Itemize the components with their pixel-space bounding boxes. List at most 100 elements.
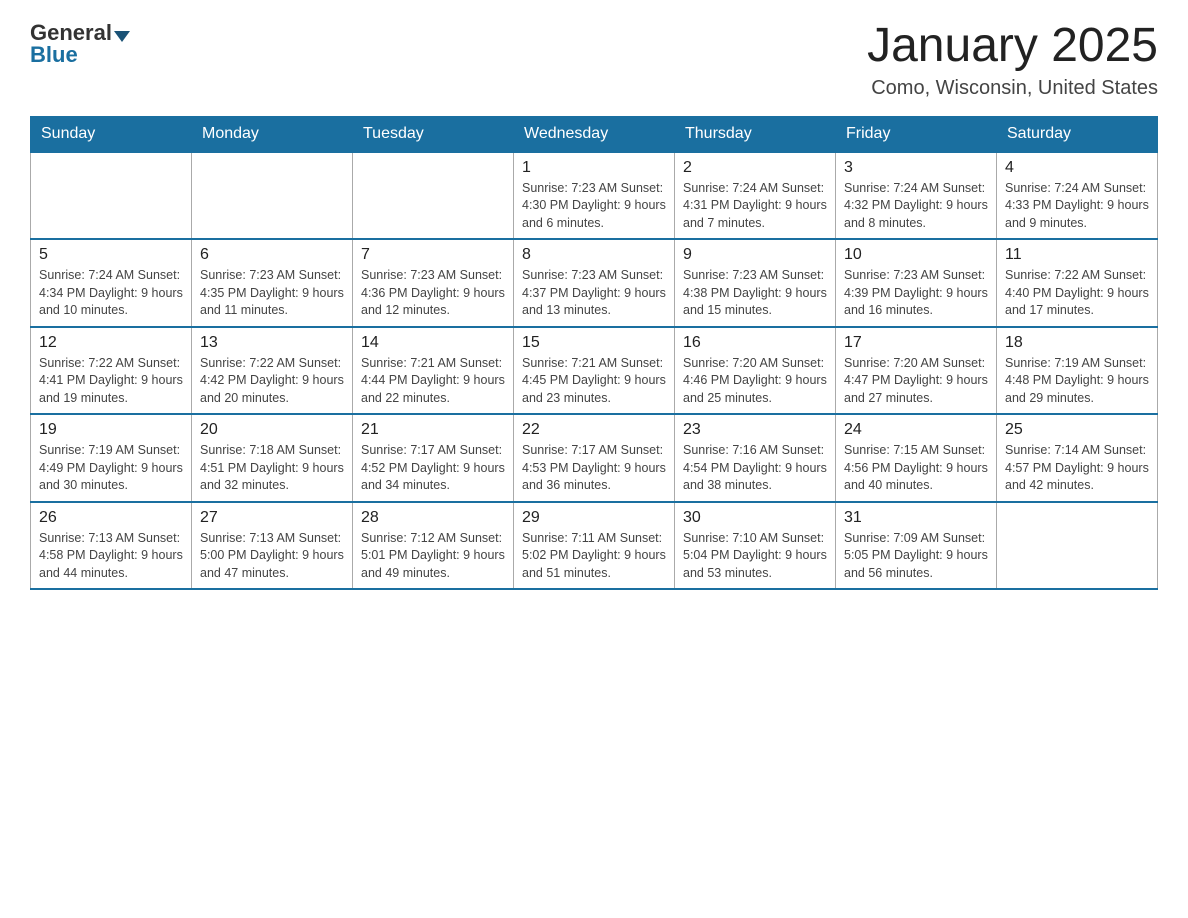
day-number: 1 bbox=[522, 159, 666, 177]
day-number: 30 bbox=[683, 509, 827, 527]
day-number: 11 bbox=[1005, 246, 1149, 264]
day-number: 2 bbox=[683, 159, 827, 177]
day-number: 23 bbox=[683, 421, 827, 439]
page-header: General Blue January 2025 Como, Wisconsi… bbox=[30, 20, 1158, 100]
day-info: Sunrise: 7:24 AM Sunset: 4:31 PM Dayligh… bbox=[683, 180, 827, 233]
day-number: 8 bbox=[522, 246, 666, 264]
calendar-table: SundayMondayTuesdayWednesdayThursdayFrid… bbox=[30, 116, 1158, 591]
day-info: Sunrise: 7:24 AM Sunset: 4:33 PM Dayligh… bbox=[1005, 180, 1149, 233]
calendar-cell: 16 Sunrise: 7:20 AM Sunset: 4:46 PM Dayli… bbox=[675, 327, 836, 415]
calendar-cell bbox=[31, 152, 192, 240]
calendar-cell: 7 Sunrise: 7:23 AM Sunset: 4:36 PM Daylig… bbox=[353, 239, 514, 327]
calendar-cell: 27Sunrise: 7:13 AM Sunset: 5:00 PM Dayli… bbox=[192, 502, 353, 590]
day-number: 12 bbox=[39, 334, 183, 352]
day-info: Sunrise: 7:20 AM Sunset: 4:47 PM Dayligh… bbox=[844, 355, 988, 408]
day-info: Sunrise: 7:23 AM Sunset: 4:38 PM Dayligh… bbox=[683, 267, 827, 320]
calendar-cell: 3 Sunrise: 7:24 AM Sunset: 4:32 PM Daylig… bbox=[836, 152, 997, 240]
day-number: 22 bbox=[522, 421, 666, 439]
calendar-week-row: 26 Sunrise: 7:13 AM Sunset: 4:58 PM Dayli… bbox=[31, 502, 1158, 590]
day-info: Sunrise: 7:17 AM Sunset: 4:53 PM Dayligh… bbox=[522, 442, 666, 495]
day-info: Sunrise: 7:23 AM Sunset: 4:36 PM Dayligh… bbox=[361, 267, 505, 320]
calendar-cell: 25Sunrise: 7:14 AM Sunset: 4:57 PM Dayli… bbox=[997, 414, 1158, 502]
day-number: 10 bbox=[844, 246, 988, 264]
day-number: 21 bbox=[361, 421, 505, 439]
day-info: Sunrise: 7:10 AM Sunset: 5:04 PM Dayligh… bbox=[683, 530, 827, 583]
calendar-cell: 20Sunrise: 7:18 AM Sunset: 4:51 PM Dayli… bbox=[192, 414, 353, 502]
calendar-cell: 29 Sunrise: 7:11 AM Sunset: 5:02 PM Dayli… bbox=[514, 502, 675, 590]
calendar-cell: 9Sunrise: 7:23 AM Sunset: 4:38 PM Daylig… bbox=[675, 239, 836, 327]
calendar-day-header: Wednesday bbox=[514, 116, 675, 152]
day-info: Sunrise: 7:24 AM Sunset: 4:34 PM Dayligh… bbox=[39, 267, 183, 320]
day-info: Sunrise: 7:15 AM Sunset: 4:56 PM Dayligh… bbox=[844, 442, 988, 495]
day-info: Sunrise: 7:20 AM Sunset: 4:46 PM Dayligh… bbox=[683, 355, 827, 408]
page-title: January 2025 bbox=[867, 20, 1158, 73]
calendar-cell bbox=[353, 152, 514, 240]
day-info: Sunrise: 7:23 AM Sunset: 4:35 PM Dayligh… bbox=[200, 267, 344, 320]
logo-text-blue: Blue bbox=[30, 42, 130, 68]
page-subtitle: Como, Wisconsin, United States bbox=[867, 77, 1158, 100]
day-number: 27 bbox=[200, 509, 344, 527]
day-info: Sunrise: 7:22 AM Sunset: 4:41 PM Dayligh… bbox=[39, 355, 183, 408]
day-info: Sunrise: 7:24 AM Sunset: 4:32 PM Dayligh… bbox=[844, 180, 988, 233]
day-info: Sunrise: 7:11 AM Sunset: 5:02 PM Dayligh… bbox=[522, 530, 666, 583]
day-number: 3 bbox=[844, 159, 988, 177]
day-number: 15 bbox=[522, 334, 666, 352]
calendar-cell: 30 Sunrise: 7:10 AM Sunset: 5:04 PM Dayli… bbox=[675, 502, 836, 590]
day-number: 17 bbox=[844, 334, 988, 352]
day-info: Sunrise: 7:16 AM Sunset: 4:54 PM Dayligh… bbox=[683, 442, 827, 495]
day-number: 29 bbox=[522, 509, 666, 527]
calendar-day-header: Tuesday bbox=[353, 116, 514, 152]
day-info: Sunrise: 7:13 AM Sunset: 4:58 PM Dayligh… bbox=[39, 530, 183, 583]
calendar-cell: 14 Sunrise: 7:21 AM Sunset: 4:44 PM Dayli… bbox=[353, 327, 514, 415]
day-info: Sunrise: 7:17 AM Sunset: 4:52 PM Dayligh… bbox=[361, 442, 505, 495]
calendar-cell: 22 Sunrise: 7:17 AM Sunset: 4:53 PM Dayli… bbox=[514, 414, 675, 502]
day-info: Sunrise: 7:19 AM Sunset: 4:49 PM Dayligh… bbox=[39, 442, 183, 495]
calendar-day-header: Saturday bbox=[997, 116, 1158, 152]
calendar-week-row: 19 Sunrise: 7:19 AM Sunset: 4:49 PM Dayli… bbox=[31, 414, 1158, 502]
calendar-cell: 15 Sunrise: 7:21 AM Sunset: 4:45 PM Dayli… bbox=[514, 327, 675, 415]
day-number: 26 bbox=[39, 509, 183, 527]
day-info: Sunrise: 7:09 AM Sunset: 5:05 PM Dayligh… bbox=[844, 530, 988, 583]
day-number: 5 bbox=[39, 246, 183, 264]
day-number: 24 bbox=[844, 421, 988, 439]
calendar-cell: 26 Sunrise: 7:13 AM Sunset: 4:58 PM Dayli… bbox=[31, 502, 192, 590]
calendar-cell: 28Sunrise: 7:12 AM Sunset: 5:01 PM Dayli… bbox=[353, 502, 514, 590]
calendar-cell: 6 Sunrise: 7:23 AM Sunset: 4:35 PM Daylig… bbox=[192, 239, 353, 327]
day-info: Sunrise: 7:21 AM Sunset: 4:45 PM Dayligh… bbox=[522, 355, 666, 408]
day-number: 16 bbox=[683, 334, 827, 352]
logo: General Blue bbox=[30, 20, 130, 68]
calendar-cell: 31Sunrise: 7:09 AM Sunset: 5:05 PM Dayli… bbox=[836, 502, 997, 590]
calendar-week-row: 12 Sunrise: 7:22 AM Sunset: 4:41 PM Dayli… bbox=[31, 327, 1158, 415]
day-number: 18 bbox=[1005, 334, 1149, 352]
calendar-header-row: SundayMondayTuesdayWednesdayThursdayFrid… bbox=[31, 116, 1158, 152]
day-number: 25 bbox=[1005, 421, 1149, 439]
day-number: 13 bbox=[200, 334, 344, 352]
day-info: Sunrise: 7:21 AM Sunset: 4:44 PM Dayligh… bbox=[361, 355, 505, 408]
calendar-cell: 4Sunrise: 7:24 AM Sunset: 4:33 PM Daylig… bbox=[997, 152, 1158, 240]
day-number: 19 bbox=[39, 421, 183, 439]
calendar-cell: 1 Sunrise: 7:23 AM Sunset: 4:30 PM Daylig… bbox=[514, 152, 675, 240]
calendar-cell: 19 Sunrise: 7:19 AM Sunset: 4:49 PM Dayli… bbox=[31, 414, 192, 502]
title-block: January 2025 Como, Wisconsin, United Sta… bbox=[867, 20, 1158, 100]
calendar-cell: 2 Sunrise: 7:24 AM Sunset: 4:31 PM Daylig… bbox=[675, 152, 836, 240]
calendar-week-row: 1 Sunrise: 7:23 AM Sunset: 4:30 PM Daylig… bbox=[31, 152, 1158, 240]
day-number: 7 bbox=[361, 246, 505, 264]
day-number: 6 bbox=[200, 246, 344, 264]
day-info: Sunrise: 7:23 AM Sunset: 4:30 PM Dayligh… bbox=[522, 180, 666, 233]
calendar-cell bbox=[192, 152, 353, 240]
day-info: Sunrise: 7:22 AM Sunset: 4:40 PM Dayligh… bbox=[1005, 267, 1149, 320]
calendar-cell: 5 Sunrise: 7:24 AM Sunset: 4:34 PM Daylig… bbox=[31, 239, 192, 327]
calendar-cell: 17 Sunrise: 7:20 AM Sunset: 4:47 PM Dayli… bbox=[836, 327, 997, 415]
day-info: Sunrise: 7:19 AM Sunset: 4:48 PM Dayligh… bbox=[1005, 355, 1149, 408]
calendar-day-header: Sunday bbox=[31, 116, 192, 152]
day-number: 14 bbox=[361, 334, 505, 352]
day-number: 28 bbox=[361, 509, 505, 527]
calendar-day-header: Thursday bbox=[675, 116, 836, 152]
calendar-cell: 21 Sunrise: 7:17 AM Sunset: 4:52 PM Dayli… bbox=[353, 414, 514, 502]
calendar-cell: 11 Sunrise: 7:22 AM Sunset: 4:40 PM Dayli… bbox=[997, 239, 1158, 327]
calendar-cell: 23 Sunrise: 7:16 AM Sunset: 4:54 PM Dayli… bbox=[675, 414, 836, 502]
day-number: 20 bbox=[200, 421, 344, 439]
calendar-cell: 12 Sunrise: 7:22 AM Sunset: 4:41 PM Dayli… bbox=[31, 327, 192, 415]
calendar-cell: 8Sunrise: 7:23 AM Sunset: 4:37 PM Daylig… bbox=[514, 239, 675, 327]
calendar-cell bbox=[997, 502, 1158, 590]
